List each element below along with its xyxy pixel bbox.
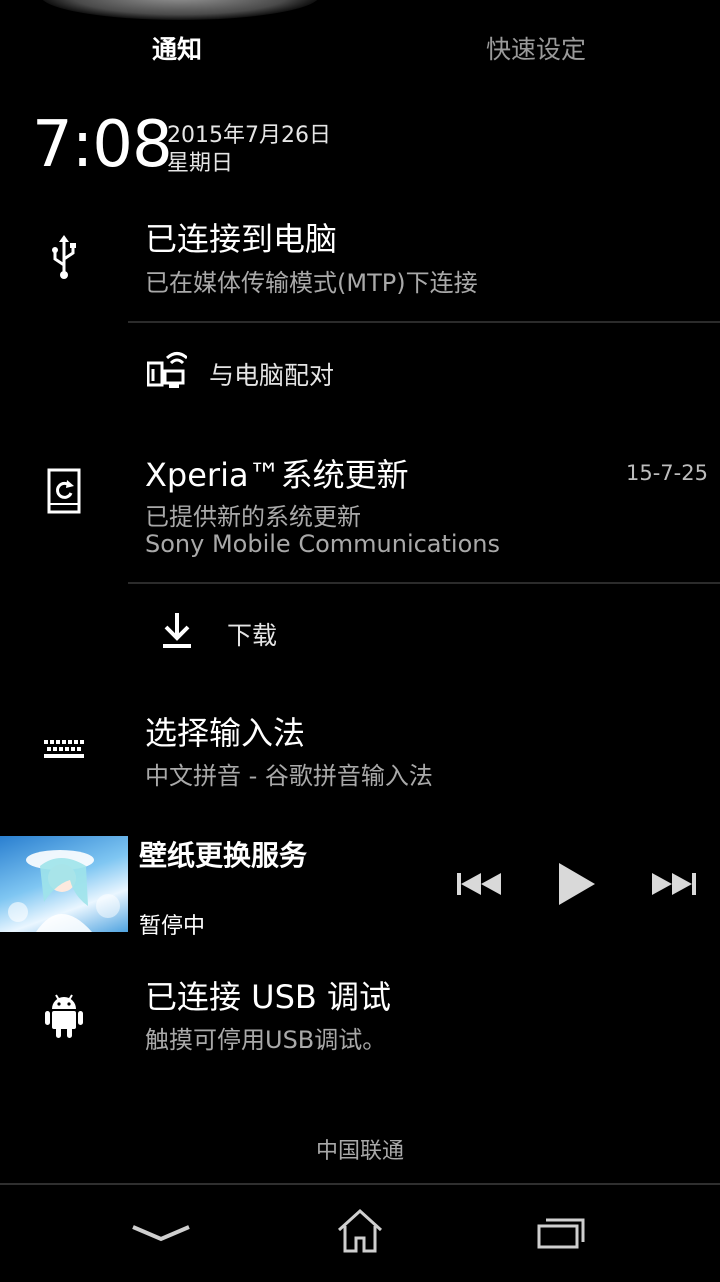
media-title: 壁纸更换服务: [139, 839, 308, 872]
weekday: 星期日: [167, 151, 234, 176]
notification-system-update-title: Xperia™系统更新: [145, 456, 409, 494]
notification-input-method-subtitle: 中文拼音 - 谷歌拼音输入法: [145, 762, 433, 790]
system-update-icon: [44, 466, 84, 516]
download-label: 下载: [227, 621, 278, 650]
pair-with-pc-action[interactable]: 与电脑配对: [128, 332, 720, 412]
home-icon[interactable]: [330, 1205, 390, 1257]
notification-usb[interactable]: [0, 200, 720, 320]
media-notification[interactable]: [0, 836, 720, 932]
usb-icon: [40, 230, 88, 286]
notification-usb-subtitle: 已在媒体传输模式(MTP)下连接: [145, 269, 478, 297]
navigation-bar: [0, 1183, 720, 1282]
pair-pc-icon: [146, 350, 188, 390]
notification-system-update-publisher: Sony Mobile Communications: [145, 530, 500, 558]
pair-with-pc-label: 与电脑配对: [209, 361, 335, 390]
notification-input-method[interactable]: [0, 690, 720, 810]
notification-system-update-time: 15-7-25: [626, 461, 708, 485]
play-icon[interactable]: [550, 858, 600, 910]
notification-usb-debugging-subtitle: 触摸可停用USB调试。: [145, 1026, 387, 1054]
notification-usb-title: 已连接到电脑: [145, 220, 338, 258]
carrier-label: 中国联通: [315, 1139, 404, 1164]
recents-icon[interactable]: [532, 1209, 590, 1255]
notification-input-method-title: 选择输入法: [145, 714, 306, 752]
download-icon: [158, 610, 196, 650]
tab-notifications[interactable]: 通知: [152, 30, 202, 66]
android-icon: [40, 990, 88, 1042]
notification-system-update-subtitle: 已提供新的系统更新: [145, 503, 361, 531]
divider: [128, 321, 720, 323]
next-track-icon[interactable]: [645, 864, 701, 904]
divider: [128, 582, 720, 584]
album-art: [0, 836, 128, 932]
media-status: 暂停中: [139, 914, 206, 939]
previous-track-icon[interactable]: [452, 864, 508, 904]
top-glow: [40, 0, 320, 20]
tab-quick-settings[interactable]: 快速设定: [486, 30, 586, 66]
clock: 7:08: [32, 108, 173, 182]
notification-usb-debugging-title: 已连接 USB 调试: [145, 978, 392, 1016]
download-action[interactable]: 下载: [128, 592, 720, 672]
chevron-down-icon[interactable]: [126, 1215, 196, 1251]
keyboard-icon: [42, 738, 86, 764]
